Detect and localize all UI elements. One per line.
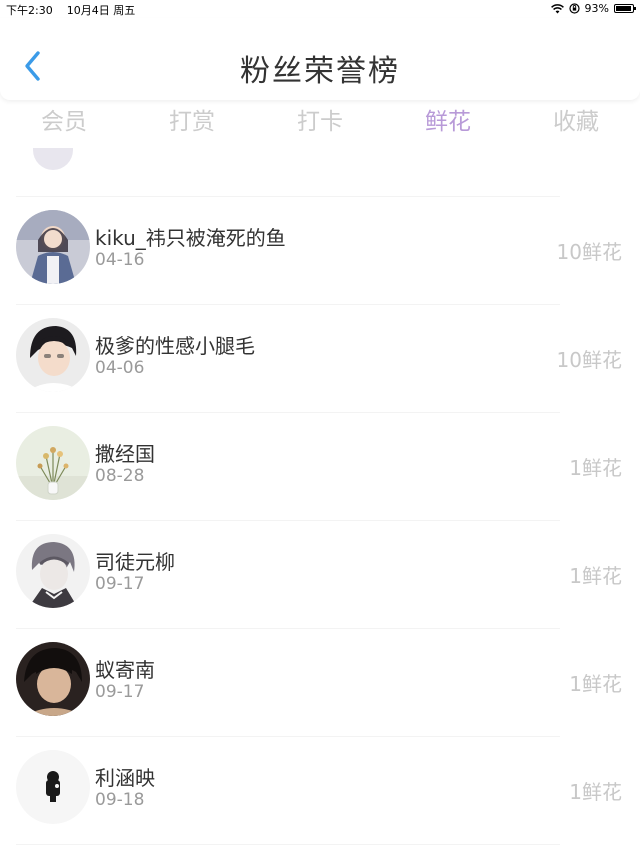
fan-name: 极爹的性感小腿毛 bbox=[95, 334, 255, 358]
avatar bbox=[16, 210, 90, 284]
divider bbox=[16, 304, 560, 305]
list-item[interactable]: 蚁寄南 09-17 1鲜花 bbox=[0, 634, 640, 742]
tab-membership[interactable]: 会员 bbox=[0, 100, 128, 144]
wifi-icon bbox=[550, 3, 564, 13]
orientation-lock-icon bbox=[568, 3, 580, 14]
tab-bar: 会员 打赏 打卡 鲜花 收藏 bbox=[0, 100, 640, 144]
flower-count: 10鲜花 bbox=[556, 348, 622, 372]
fan-date: 04-06 bbox=[95, 358, 145, 378]
fan-date: 04-16 bbox=[95, 250, 145, 270]
flower-count: 1鲜花 bbox=[569, 456, 622, 480]
fan-date: 09-17 bbox=[95, 574, 145, 594]
avatar bbox=[16, 750, 90, 824]
battery-percent: 93% bbox=[584, 2, 609, 15]
status-time: 下午2:30 bbox=[6, 4, 53, 17]
fan-name: 蚁寄南 bbox=[95, 658, 155, 682]
avatar bbox=[16, 642, 90, 716]
list-item[interactable]: 司徒元柳 09-17 1鲜花 bbox=[0, 526, 640, 634]
flower-count: 1鲜花 bbox=[569, 780, 622, 804]
flower-count: 1鲜花 bbox=[569, 564, 622, 588]
list-item[interactable]: kiku_祎只被淹死的鱼 04-16 10鲜花 bbox=[0, 202, 640, 310]
tab-tips[interactable]: 打赏 bbox=[128, 100, 256, 144]
flower-count: 10鲜花 bbox=[556, 240, 622, 264]
list-item[interactable]: 极爹的性感小腿毛 04-06 10鲜花 bbox=[0, 310, 640, 418]
divider bbox=[16, 736, 560, 737]
divider bbox=[16, 196, 560, 197]
list-item[interactable]: 利涵映 09-18 1鲜花 bbox=[0, 742, 640, 850]
fan-date: 09-18 bbox=[95, 790, 145, 810]
fan-name: 撒经国 bbox=[95, 442, 155, 466]
battery-icon bbox=[614, 4, 636, 13]
flower-count: 1鲜花 bbox=[569, 672, 622, 696]
tab-checkin[interactable]: 打卡 bbox=[256, 100, 384, 144]
avatar bbox=[33, 148, 73, 170]
fan-name: 利涵映 bbox=[95, 766, 155, 790]
list-item[interactable]: 撒经国 08-28 1鲜花 bbox=[0, 418, 640, 526]
divider bbox=[16, 412, 560, 413]
fan-name: 司徒元柳 bbox=[95, 550, 175, 574]
avatar bbox=[16, 318, 90, 392]
status-time-date: 下午2:30 10月4日 周五 bbox=[6, 2, 135, 18]
fan-date: 09-17 bbox=[95, 682, 145, 702]
tab-favorites[interactable]: 收藏 bbox=[512, 100, 640, 144]
navigation-bar: 粉丝荣誉榜 bbox=[0, 18, 640, 100]
divider bbox=[16, 520, 560, 521]
fan-date: 08-28 bbox=[95, 466, 145, 486]
tab-flowers[interactable]: 鲜花 bbox=[384, 100, 512, 144]
status-date: 10月4日 周五 bbox=[66, 4, 136, 17]
avatar bbox=[16, 534, 90, 608]
fan-name: kiku_祎只被淹死的鱼 bbox=[95, 226, 286, 250]
divider bbox=[16, 844, 560, 845]
status-bar: 下午2:30 10月4日 周五 93% bbox=[0, 0, 640, 18]
divider bbox=[16, 628, 560, 629]
page-title: 粉丝荣誉榜 bbox=[240, 54, 400, 89]
avatar bbox=[16, 426, 90, 500]
